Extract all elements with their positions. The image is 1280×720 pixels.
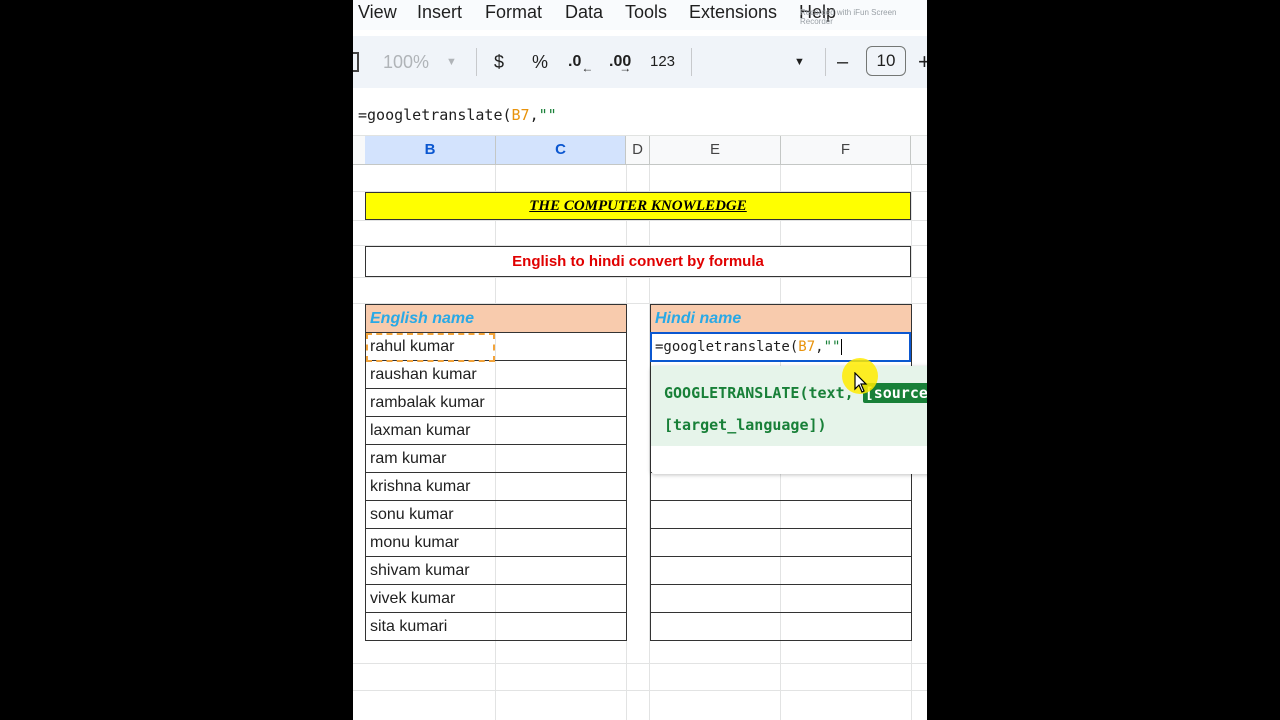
col-header-e[interactable]: E [650, 136, 781, 164]
increase-decimal-button[interactable]: .00→ [609, 36, 631, 88]
font-family-dropdown-icon[interactable]: ▼ [794, 36, 805, 88]
menu-extensions[interactable]: Extensions [689, 0, 777, 24]
title-banner[interactable]: THE COMPUTER KNOWLEDGE [365, 192, 911, 220]
text-caret [841, 339, 843, 355]
subtitle-banner[interactable]: English to hindi convert by formula [365, 246, 911, 277]
signature-line-2: [target_language]) [664, 416, 827, 434]
editor-string: "" [823, 339, 841, 355]
sheets-app: View Insert Format Data Tools Extensions… [353, 0, 927, 720]
sheet-grid[interactable]: THE COMPUTER KNOWLEDGE English to hindi … [353, 165, 927, 720]
english-name-cell[interactable]: rambalak kumar [365, 388, 627, 417]
percent-format-button[interactable]: % [532, 36, 548, 88]
arrow-right-icon: → [619, 61, 632, 75]
col-header-d[interactable]: D [626, 136, 650, 164]
editor-comma: , [815, 339, 824, 355]
menu-view[interactable]: View [358, 0, 397, 24]
col-header-b[interactable]: B [365, 136, 496, 164]
english-name-cell[interactable]: raushan kumar [365, 360, 627, 389]
menu-insert[interactable]: Insert [417, 0, 462, 24]
signature-prefix: GOOGLETRANSLATE(text, [664, 384, 863, 402]
active-cell-editor[interactable]: =googletranslate(B7,"" [650, 332, 911, 362]
formula-bar[interactable]: =googletranslate(B7,"" [353, 100, 927, 130]
toolbar-divider [476, 48, 477, 76]
decrease-font-size-button[interactable]: – [837, 36, 848, 88]
decrease-decimal-button[interactable]: .0← [568, 36, 593, 88]
hindi-name-cell[interactable] [650, 612, 912, 641]
english-name-cell[interactable]: monu kumar [365, 528, 627, 557]
formula-signature-panel: GOOGLETRANSLATE(text, [source [target_la… [651, 366, 927, 446]
formula-prefix: =googletranslate( [358, 106, 512, 124]
hindi-name-header[interactable]: Hindi name [650, 304, 912, 333]
english-name-cell[interactable]: sita kumari [365, 612, 627, 641]
hindi-name-cell[interactable] [650, 528, 912, 557]
grid-line [353, 277, 927, 278]
editor-cell-ref: B7 [798, 339, 816, 355]
mouse-pointer-icon [854, 372, 868, 393]
recorder-watermark: Recorded with iFun Screen Recorder [800, 8, 897, 26]
formula-comma: , [529, 106, 539, 124]
hindi-name-cell[interactable] [650, 500, 912, 529]
grid-line [353, 663, 927, 664]
signature-line-1: GOOGLETRANSLATE(text, [source [664, 383, 927, 403]
hindi-name-cell[interactable] [650, 472, 912, 501]
formula-autocomplete-popup[interactable]: GOOGLETRANSLATE(text, [source [target_la… [651, 366, 927, 474]
decrease-decimal-label: .0 [568, 53, 582, 70]
menu-tools[interactable]: Tools [625, 0, 667, 24]
editor-prefix: =googletranslate( [655, 339, 799, 355]
formula-string: "" [538, 106, 557, 124]
number-format-button[interactable]: 123 [650, 36, 675, 88]
toolbar: 100% ▼ $ % .0← .00→ 123 ▼ – 10 + [353, 36, 927, 88]
referenced-cell-highlight [366, 333, 495, 362]
column-headers: B C D E F [353, 135, 927, 165]
english-name-cell[interactable]: krishna kumar [365, 472, 627, 501]
font-size-input[interactable]: 10 [866, 46, 906, 76]
english-name-cell[interactable]: sonu kumar [365, 500, 627, 529]
english-name-cell[interactable]: vivek kumar [365, 584, 627, 613]
english-name-cell[interactable]: laxman kumar [365, 416, 627, 445]
toolbar-divider [825, 48, 826, 76]
english-name-cell[interactable]: shivam kumar [365, 556, 627, 585]
formula-bar-content[interactable]: =googletranslate(B7,"" [358, 106, 557, 124]
paint-format-icon[interactable] [353, 52, 359, 72]
english-name-cell[interactable]: ram kumar [365, 444, 627, 473]
zoom-dropdown-icon[interactable]: ▼ [446, 36, 457, 88]
grid-line [353, 690, 927, 691]
toolbar-divider [691, 48, 692, 76]
col-header-gutter [353, 136, 365, 164]
col-header-c[interactable]: C [496, 136, 626, 164]
english-name-header[interactable]: English name [365, 304, 627, 333]
formula-cell-ref: B7 [511, 106, 530, 124]
zoom-select[interactable]: 100% [383, 36, 429, 88]
arrow-left-icon: ← [581, 61, 594, 75]
col-header-f[interactable]: F [781, 136, 911, 164]
menu-format[interactable]: Format [485, 0, 542, 24]
menu-bar: View Insert Format Data Tools Extensions… [353, 0, 927, 30]
menu-data[interactable]: Data [565, 0, 603, 24]
hindi-name-cell[interactable] [650, 584, 912, 613]
currency-format-button[interactable]: $ [494, 36, 504, 88]
hindi-name-cell[interactable] [650, 556, 912, 585]
increase-font-size-button[interactable]: + [918, 36, 927, 88]
grid-line [353, 220, 927, 221]
